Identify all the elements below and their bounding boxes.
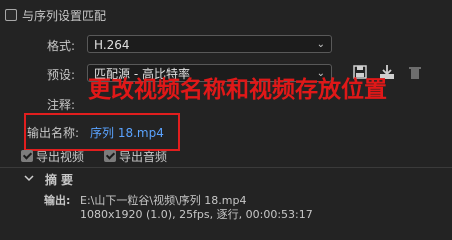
annotation-overlay-text: 更改视频名称和视频存放位置	[88, 76, 387, 103]
match-sequence-label: 与序列设置匹配	[22, 9, 107, 23]
export-audio-label: 导出音频	[119, 150, 168, 164]
summary-title: 摘要	[45, 173, 78, 187]
format-value: H.264	[94, 38, 130, 52]
output-name-link[interactable]: 序列 18.mp4	[90, 124, 164, 141]
expand-toggle-icon[interactable]	[24, 173, 34, 183]
export-video-label: 导出视频	[36, 150, 85, 164]
output-name-label: 输出名称:	[27, 126, 80, 140]
chevron-down-icon: ⌄	[316, 39, 325, 50]
format-select[interactable]: H.264 ⌄	[87, 35, 332, 53]
comments-label: 注释:	[47, 98, 76, 112]
export-audio-checkbox[interactable]	[104, 150, 116, 162]
export-video-checkbox[interactable]	[21, 150, 33, 162]
section-divider	[0, 167, 452, 168]
summary-output-details: 1080x1920 (1.0), 25fps, 逐行, 00:00:53:17	[80, 208, 313, 221]
match-sequence-checkbox[interactable]	[5, 9, 17, 21]
preset-label: 预设:	[47, 68, 76, 82]
summary-output-label: 输出:	[44, 194, 71, 207]
format-label: 格式:	[47, 39, 76, 53]
